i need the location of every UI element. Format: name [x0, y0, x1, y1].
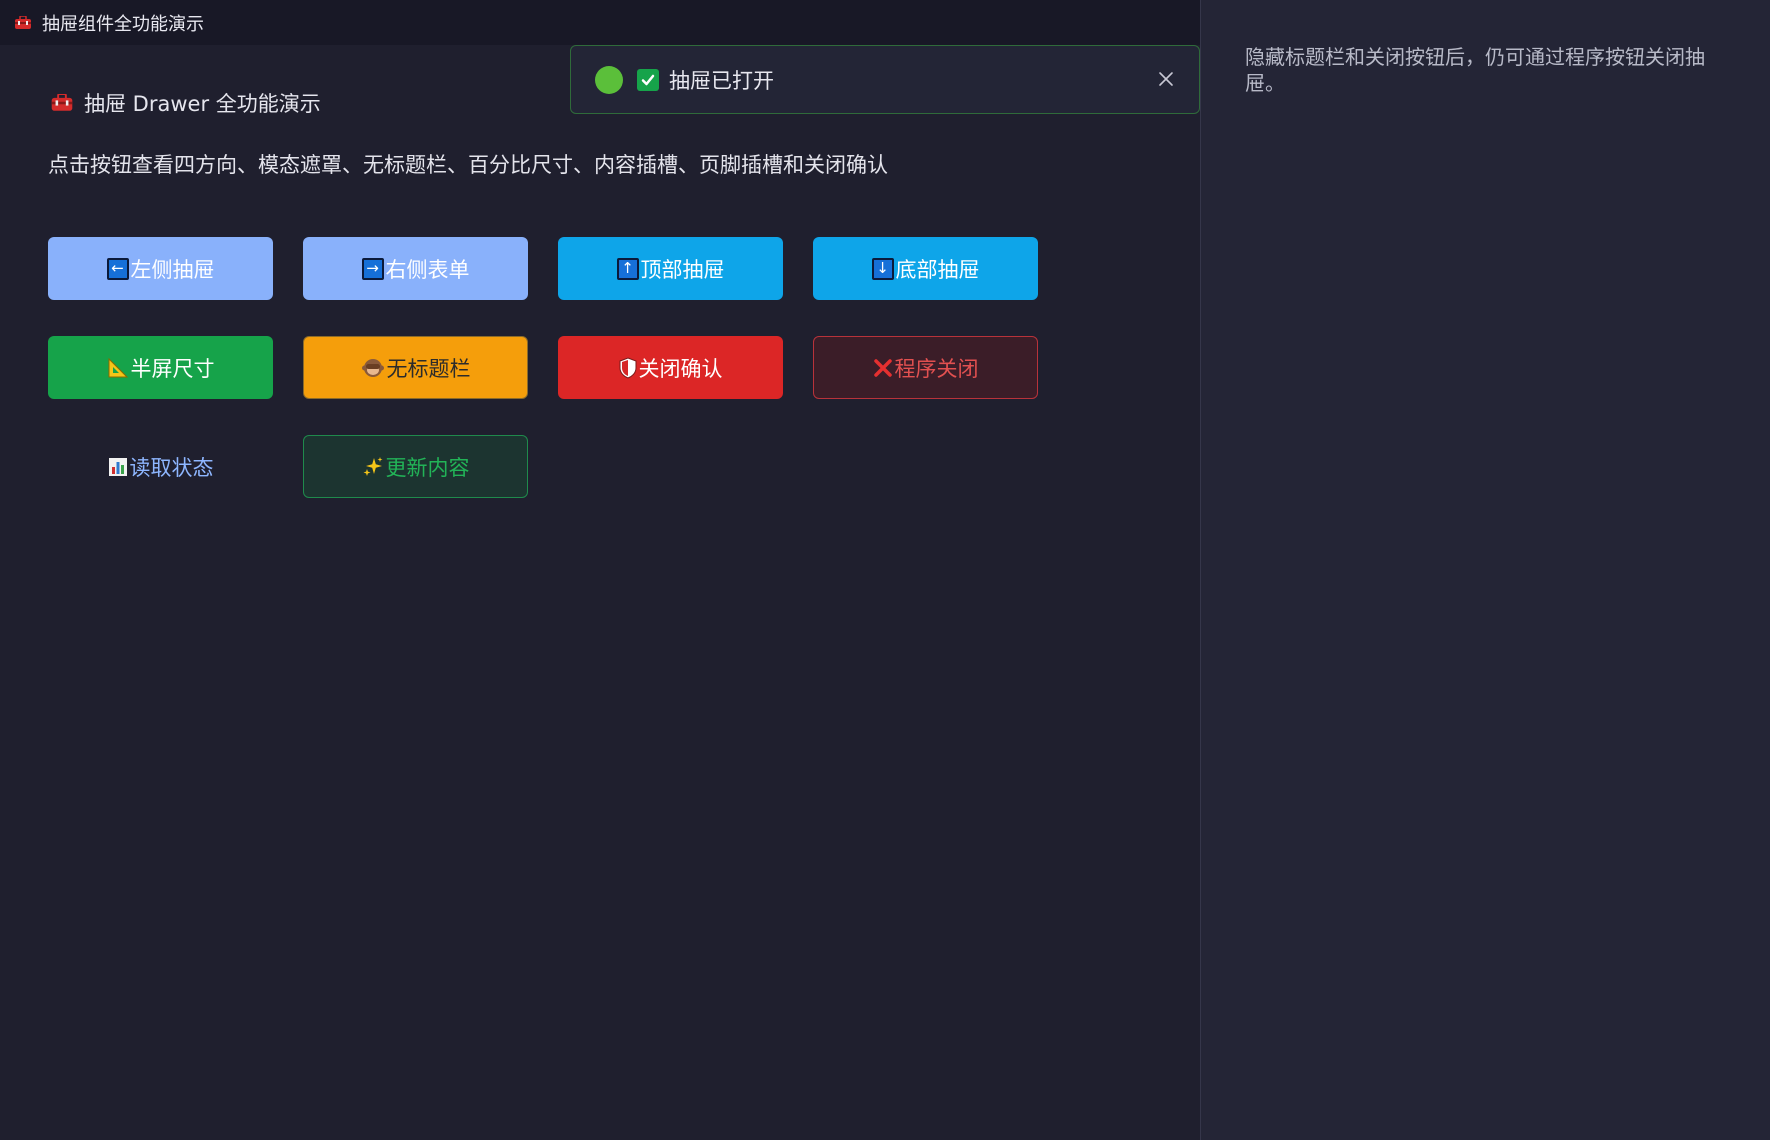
toolbox-icon — [14, 15, 32, 30]
read-state-button[interactable]: 读取状态 — [48, 435, 273, 498]
left-drawer-button[interactable]: ← 左侧抽屉 — [48, 237, 273, 300]
toolbox-icon — [50, 94, 74, 112]
no-titlebar-label: 无标题栏 — [386, 356, 471, 381]
close-icon[interactable] — [1155, 68, 1177, 90]
right-form-label: 右侧表单 — [385, 257, 470, 282]
shield-icon — [619, 356, 637, 379]
window-titlebar: 抽屉组件全功能演示 — [0, 0, 1200, 45]
toast-notification: 抽屉已打开 — [570, 45, 1200, 114]
arrow-right-icon: → — [361, 257, 384, 280]
half-screen-button[interactable]: 半屏尺寸 — [48, 336, 273, 399]
window-title: 抽屉组件全功能演示 — [42, 13, 204, 35]
half-screen-label: 半屏尺寸 — [130, 356, 215, 381]
close-confirm-button[interactable]: 关闭确认 — [558, 336, 783, 399]
bottom-drawer-label: 底部抽屉 — [895, 257, 980, 282]
bottom-drawer-button[interactable]: ↓ 底部抽屉 — [813, 237, 1038, 300]
arrow-up-icon: ↑ — [616, 257, 639, 280]
drawer-panel: 隐藏标题栏和关闭按钮后，仍可通过程序按钮关闭抽屉。 — [1200, 0, 1770, 1140]
arrow-left-icon: ← — [106, 257, 129, 280]
toast-message: 抽屉已打开 — [669, 68, 774, 93]
bar-chart-icon — [108, 457, 128, 477]
update-content-button[interactable]: 更新内容 — [303, 435, 528, 498]
arrow-down-icon: ↓ — [871, 257, 894, 280]
page-description: 点击按钮查看四方向、模态遮罩、无标题栏、百分比尺寸、内容插槽、页脚插槽和关闭确认 — [48, 153, 888, 177]
main-content: 抽屉 Drawer 全功能演示 点击按钮查看四方向、模态遮罩、无标题栏、百分比尺… — [0, 45, 1200, 1140]
drawer-content-text: 隐藏标题栏和关闭按钮后，仍可通过程序按钮关闭抽屉。 — [1245, 45, 1705, 95]
see-no-evil-monkey-icon — [361, 356, 385, 380]
page-title: 抽屉 Drawer 全功能演示 — [84, 92, 321, 116]
close-confirm-label: 关闭确认 — [638, 356, 723, 381]
page-heading: 抽屉 Drawer 全功能演示 — [50, 88, 321, 118]
success-dot-icon — [595, 65, 623, 94]
read-state-label: 读取状态 — [129, 455, 214, 480]
sparkles-icon — [362, 456, 384, 478]
program-close-label: 程序关闭 — [894, 356, 979, 381]
update-content-label: 更新内容 — [385, 455, 470, 480]
cross-mark-icon — [873, 358, 893, 378]
no-titlebar-button[interactable]: 无标题栏 — [303, 336, 528, 399]
check-mark-icon — [637, 68, 659, 91]
top-drawer-label: 顶部抽屉 — [640, 257, 725, 282]
program-close-button[interactable]: 程序关闭 — [813, 336, 1038, 399]
top-drawer-button[interactable]: ↑ 顶部抽屉 — [558, 237, 783, 300]
left-drawer-label: 左侧抽屉 — [130, 257, 215, 282]
right-form-button[interactable]: → 右侧表单 — [303, 237, 528, 300]
triangular-ruler-icon — [107, 357, 129, 379]
